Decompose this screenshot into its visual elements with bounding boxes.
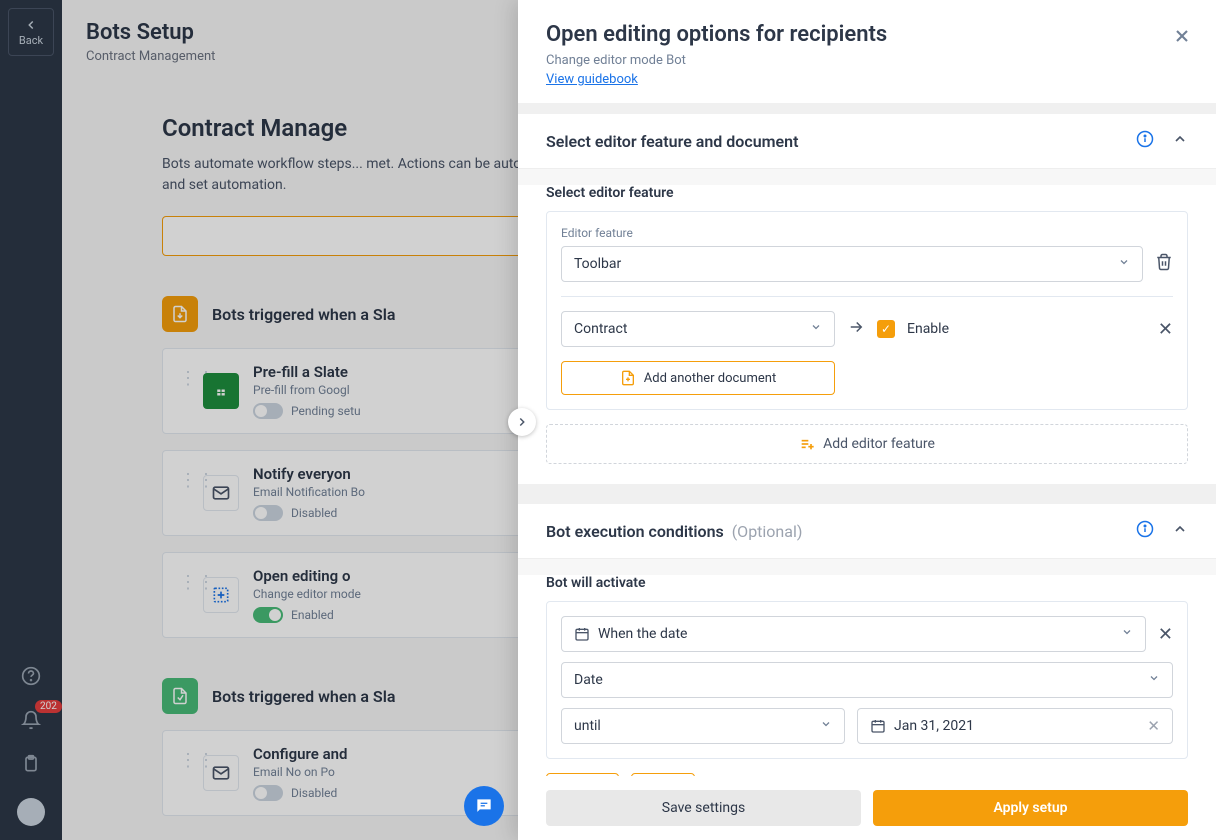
remove-document-button[interactable]: ✕	[1158, 319, 1173, 340]
select-value: Contract	[574, 321, 627, 337]
trigger-select[interactable]: When the date	[561, 616, 1146, 652]
select-value: Date	[574, 672, 603, 688]
date-input[interactable]: Jan 31, 2021 ✕	[857, 708, 1173, 744]
accordion-header-conditions[interactable]: Bot execution conditions (Optional)	[518, 504, 1216, 559]
chevron-down-icon	[1148, 672, 1160, 688]
document-plus-icon	[620, 370, 636, 386]
view-guidebook-link[interactable]: View guidebook	[546, 72, 638, 87]
remove-condition-button[interactable]: ✕	[1158, 624, 1173, 645]
accordion-header-editor-feature[interactable]: Select editor feature and document	[518, 114, 1216, 169]
button-label: Add another document	[644, 371, 776, 386]
optional-label: (Optional)	[732, 522, 803, 541]
chevron-right-icon	[515, 415, 529, 429]
calendar-icon	[870, 718, 886, 734]
chevron-down-icon	[1118, 256, 1130, 272]
select-value: until	[574, 718, 601, 734]
date-value: Jan 31, 2021	[894, 718, 974, 734]
button-label: Add editor feature	[823, 436, 935, 452]
info-icon[interactable]	[1136, 130, 1154, 152]
accordion-title: Bot execution conditions (Optional)	[546, 522, 802, 541]
field-label: Editor feature	[561, 226, 1173, 240]
bot-config-panel: Open editing options for recipients Chan…	[518, 0, 1216, 840]
trash-icon	[1155, 253, 1173, 271]
add-editor-feature-button[interactable]: Add editor feature	[546, 424, 1188, 464]
editor-feature-select[interactable]: Toolbar	[561, 246, 1143, 282]
close-panel-button[interactable]	[1172, 26, 1192, 50]
close-icon	[1172, 26, 1192, 46]
select-value: When the date	[598, 626, 687, 642]
subsection-title: Bot will activate	[546, 575, 1188, 591]
chat-button[interactable]	[464, 786, 504, 826]
operator-select[interactable]: until	[561, 708, 845, 744]
add-document-button[interactable]: Add another document	[561, 361, 835, 395]
document-select[interactable]: Contract	[561, 311, 835, 347]
enable-label: Enable	[907, 321, 949, 337]
calendar-icon	[574, 626, 590, 642]
chevron-up-icon[interactable]	[1172, 521, 1188, 541]
collapse-panel-button[interactable]	[508, 408, 536, 436]
chevron-down-icon	[1121, 626, 1133, 642]
panel-subtitle: Change editor mode Bot	[546, 53, 1188, 68]
save-settings-button[interactable]: Save settings	[546, 790, 861, 826]
chevron-down-icon	[810, 321, 822, 337]
field-select[interactable]: Date	[561, 662, 1173, 698]
panel-title: Open editing options for recipients	[546, 22, 1188, 47]
select-value: Toolbar	[574, 256, 621, 272]
list-plus-icon	[799, 436, 815, 452]
info-icon[interactable]	[1136, 520, 1154, 542]
chevron-down-icon	[820, 718, 832, 734]
enable-checkbox[interactable]: ✓	[877, 320, 895, 338]
clear-date-button[interactable]: ✕	[1147, 717, 1160, 735]
arrow-right-icon	[847, 318, 865, 340]
chat-icon	[474, 796, 494, 816]
chevron-up-icon[interactable]	[1172, 131, 1188, 151]
accordion-title: Select editor feature and document	[546, 132, 798, 151]
delete-feature-button[interactable]	[1155, 253, 1173, 275]
apply-setup-button[interactable]: Apply setup	[873, 790, 1188, 826]
subsection-title: Select editor feature	[546, 185, 1188, 201]
